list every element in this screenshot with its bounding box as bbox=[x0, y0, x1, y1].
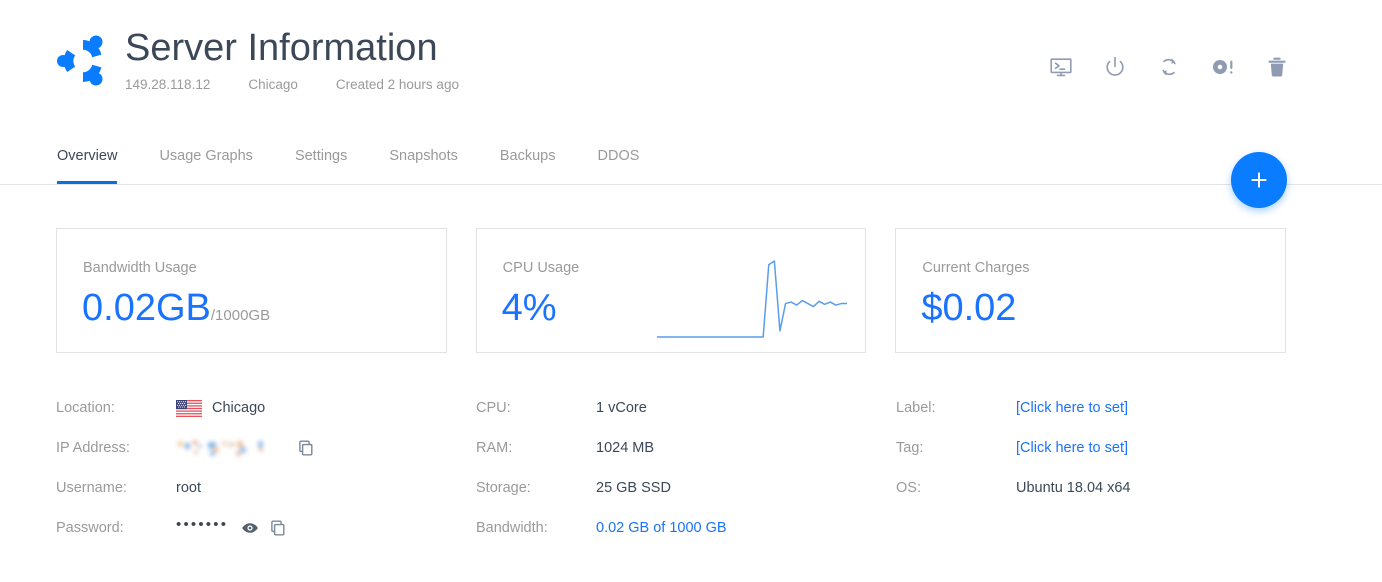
detail-value: Ubuntu 18.04 x64 bbox=[1016, 480, 1131, 496]
detail-label: RAM: bbox=[476, 440, 513, 456]
eye-icon[interactable] bbox=[240, 518, 260, 538]
card-value: 0.02GB/1000GB bbox=[82, 284, 270, 340]
details-column-right: Label: [Click here to set] Tag: [Click h… bbox=[896, 388, 1316, 508]
power-icon[interactable] bbox=[1102, 52, 1128, 82]
card-label: Bandwidth Usage bbox=[83, 260, 197, 276]
detail-row-bandwidth: Bandwidth: 0.02 GB of 1000 GB bbox=[476, 508, 876, 548]
details-column-left: Location: Chicago IP Address: Username: … bbox=[56, 388, 456, 548]
server-location: Chicago bbox=[248, 77, 298, 92]
detail-value: 1 vCore bbox=[596, 400, 647, 416]
plus-icon bbox=[1247, 168, 1271, 192]
detail-label: Storage: bbox=[476, 480, 531, 496]
detail-label: Bandwidth: bbox=[476, 520, 548, 536]
detail-row-label: Label: [Click here to set] bbox=[896, 388, 1316, 428]
detail-label: Location: bbox=[56, 400, 115, 416]
detail-value: Chicago bbox=[176, 398, 265, 418]
page-title: Server Information bbox=[125, 27, 438, 69]
detail-label: CPU: bbox=[476, 400, 511, 416]
ip-address-redacted bbox=[176, 438, 282, 458]
detail-row-password: Password: ••••••• bbox=[56, 508, 456, 548]
server-meta: 149.28.118.12 Chicago Created 2 hours ag… bbox=[125, 76, 459, 94]
tab-overview[interactable]: Overview bbox=[57, 136, 118, 184]
tab-bar: Overview Usage Graphs Settings Snapshots… bbox=[0, 136, 1382, 185]
page-header: Server Information 149.28.118.12 Chicago… bbox=[0, 0, 1382, 130]
card-label: CPU Usage bbox=[502, 260, 580, 276]
details-column-middle: CPU: 1 vCore RAM: 1024 MB Storage: 25 GB… bbox=[476, 388, 876, 548]
cpu-sparkline-chart bbox=[656, 251, 849, 351]
cpu-usage-card: CPU Usage 4% bbox=[475, 228, 867, 353]
server-created: Created 2 hours ago bbox=[335, 77, 459, 92]
card-value: $0.02 bbox=[921, 284, 1016, 332]
detail-label: Username: bbox=[56, 480, 127, 496]
card-value-main: $0.02 bbox=[921, 287, 1017, 329]
card-value-suffix: /1000GB bbox=[210, 307, 271, 324]
password-masked: ••••••• bbox=[176, 516, 229, 533]
detail-label: Tag: bbox=[896, 440, 924, 456]
tab-usage-graphs[interactable]: Usage Graphs bbox=[159, 136, 253, 184]
tab-settings[interactable]: Settings bbox=[295, 136, 347, 184]
trash-icon[interactable] bbox=[1264, 52, 1290, 82]
detail-row-location: Location: Chicago bbox=[56, 388, 456, 428]
detail-row-storage: Storage: 25 GB SSD bbox=[476, 468, 876, 508]
detail-value: root bbox=[176, 480, 201, 496]
detail-label: Label: bbox=[896, 400, 936, 416]
header-actions bbox=[1048, 52, 1290, 82]
bandwidth-usage-card: Bandwidth Usage 0.02GB/1000GB bbox=[56, 228, 447, 353]
us-flag-icon bbox=[176, 399, 202, 417]
tab-snapshots[interactable]: Snapshots bbox=[389, 136, 458, 184]
current-charges-card: Current Charges $0.02 bbox=[895, 228, 1287, 353]
add-button[interactable] bbox=[1231, 152, 1287, 208]
card-label: Current Charges bbox=[922, 260, 1030, 276]
detail-row-ram: RAM: 1024 MB bbox=[476, 428, 876, 468]
title-block: Server Information 149.28.118.12 Chicago… bbox=[125, 24, 459, 94]
card-value-main: 0.02GB bbox=[82, 287, 211, 329]
detail-value: 1024 MB bbox=[596, 440, 655, 456]
detail-label: Password: bbox=[56, 520, 124, 536]
console-icon[interactable] bbox=[1048, 52, 1074, 82]
detail-row-cpu: CPU: 1 vCore bbox=[476, 388, 876, 428]
detail-row-tag: Tag: [Click here to set] bbox=[896, 428, 1316, 468]
detail-label: OS: bbox=[896, 480, 921, 496]
restart-icon[interactable] bbox=[1156, 52, 1182, 82]
detail-row-ip-address: IP Address: bbox=[56, 428, 456, 468]
set-label-link[interactable]: [Click here to set] bbox=[1016, 398, 1128, 418]
detail-label: IP Address: bbox=[56, 440, 130, 456]
copy-password-icon[interactable] bbox=[268, 518, 288, 538]
server-ip: 149.28.118.12 bbox=[125, 77, 211, 92]
copy-ip-icon[interactable] bbox=[296, 438, 316, 458]
tab-list: Overview Usage Graphs Settings Snapshots… bbox=[57, 136, 681, 184]
detail-value: 25 GB SSD bbox=[596, 480, 671, 496]
detail-value: ••••••• bbox=[176, 516, 296, 538]
tab-backups[interactable]: Backups bbox=[500, 136, 556, 184]
tab-ddos[interactable]: DDOS bbox=[598, 136, 640, 184]
stat-card-row: Bandwidth Usage 0.02GB/1000GB CPU Usage … bbox=[56, 228, 1287, 353]
location-value: Chicago bbox=[212, 400, 266, 416]
detail-value bbox=[176, 438, 324, 458]
card-value-main: 4% bbox=[501, 287, 557, 329]
detail-row-username: Username: root bbox=[56, 468, 456, 508]
ubuntu-logo-icon bbox=[55, 30, 111, 88]
reinstall-icon[interactable] bbox=[1210, 52, 1236, 82]
set-tag-link[interactable]: [Click here to set] bbox=[1016, 438, 1128, 458]
card-value: 4% bbox=[502, 284, 557, 332]
detail-row-os: OS: Ubuntu 18.04 x64 bbox=[896, 468, 1316, 508]
bandwidth-link[interactable]: 0.02 GB of 1000 GB bbox=[596, 518, 727, 538]
